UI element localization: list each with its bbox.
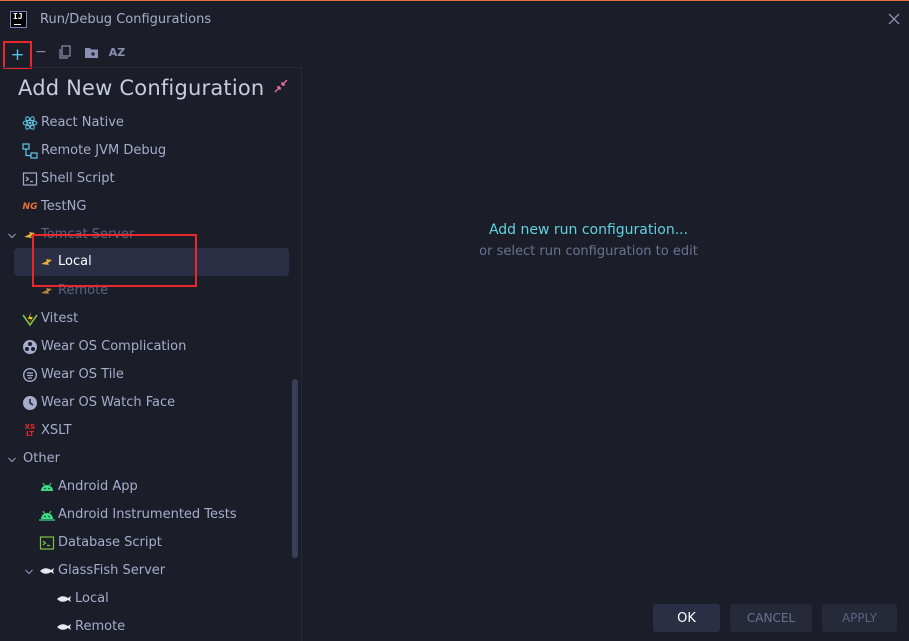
tree-item-label: React Native bbox=[41, 115, 124, 130]
tree-item-label: Remote bbox=[58, 283, 109, 298]
tree-item-database-script[interactable]: Database Script bbox=[39, 530, 162, 556]
empty-state-hint: or select run configuration to edit bbox=[479, 244, 698, 259]
tree-item-label: TestNG bbox=[41, 199, 87, 214]
glassfish-icon bbox=[40, 568, 54, 574]
terminal-icon bbox=[39, 536, 55, 550]
tree-item-label: Vitest bbox=[41, 311, 79, 326]
chevron-down-icon[interactable] bbox=[7, 231, 17, 241]
new-folder-button[interactable] bbox=[80, 40, 102, 64]
wear-tile-icon bbox=[22, 367, 38, 383]
close-icon[interactable] bbox=[887, 12, 901, 26]
tree-item-label: Remote JVM Debug bbox=[41, 143, 167, 158]
tree-scrollbar[interactable] bbox=[292, 379, 298, 558]
react-icon bbox=[22, 116, 38, 130]
tree-item-label: GlassFish Server bbox=[58, 563, 166, 578]
chevron-down-icon[interactable] bbox=[7, 455, 17, 465]
app-icon-text: IJ bbox=[13, 12, 23, 21]
terminal-icon bbox=[22, 172, 38, 186]
xslt-icon: XS LT bbox=[22, 423, 38, 439]
tree-item-label: Local bbox=[75, 591, 109, 606]
run-debug-dialog: IJ Run/Debug Configurations + − AZ Add N… bbox=[0, 0, 909, 641]
tree-group-tomcat-server[interactable]: Tomcat Server bbox=[22, 222, 134, 248]
tree-item-label: Wear OS Tile bbox=[41, 367, 124, 382]
tree-item-label: Remote bbox=[75, 619, 126, 634]
tree-item-react-native[interactable]: React Native bbox=[22, 110, 124, 136]
tree-item-xslt[interactable]: XS LT XSLT bbox=[22, 418, 72, 444]
remove-configuration-button[interactable]: − bbox=[30, 40, 52, 64]
tomcat-icon bbox=[41, 259, 52, 265]
tree-item-wear-os-tile[interactable]: Wear OS Tile bbox=[22, 362, 124, 388]
panel-title: Add New Configuration bbox=[18, 76, 265, 100]
tree-item-label: Shell Script bbox=[41, 171, 115, 186]
tree-item-label: Tomcat Server bbox=[41, 227, 135, 242]
testng-icon: NG bbox=[22, 202, 38, 212]
intellij-app-icon: IJ bbox=[10, 11, 27, 28]
sort-az-icon: AZ bbox=[108, 45, 126, 59]
tree-item-remote-jvm-debug[interactable]: Remote JVM Debug bbox=[22, 138, 166, 164]
tomcat-icon bbox=[41, 288, 52, 294]
tree-item-glassfish-local[interactable]: Local bbox=[56, 586, 109, 612]
tree-item-label: XSLT bbox=[41, 423, 72, 438]
tree-item-label: Android Instrumented Tests bbox=[58, 507, 237, 522]
minus-icon: − bbox=[35, 44, 47, 60]
wear-complication-icon bbox=[23, 340, 37, 354]
add-new-run-configuration-link[interactable]: Add new run configuration... bbox=[302, 222, 875, 238]
tree-item-tomcat-local[interactable]: Local bbox=[39, 249, 92, 275]
remote-debug-icon bbox=[22, 143, 38, 159]
android-test-icon bbox=[39, 510, 55, 521]
chevron-down-icon[interactable] bbox=[24, 567, 34, 577]
tree-item-label: Android App bbox=[58, 479, 138, 494]
folder-icon bbox=[84, 47, 98, 58]
plus-icon: + bbox=[10, 45, 25, 65]
apply-button[interactable]: APPLY bbox=[822, 604, 897, 632]
copy-icon bbox=[59, 45, 71, 59]
tree-item-tomcat-remote[interactable]: Remote bbox=[39, 278, 108, 304]
collapse-all-icon[interactable] bbox=[273, 78, 289, 94]
add-configuration-button[interactable]: + bbox=[3, 41, 32, 69]
configuration-detail-panel: Add new run configuration... or select r… bbox=[301, 67, 909, 641]
tree-item-wear-os-complication[interactable]: Wear OS Complication bbox=[22, 334, 186, 360]
tree-item-label: Wear OS Complication bbox=[41, 339, 187, 354]
copy-configuration-button[interactable] bbox=[54, 40, 76, 64]
tree-item-glassfish-remote[interactable]: Remote bbox=[56, 614, 125, 640]
tree-item-label: Wear OS Watch Face bbox=[41, 395, 176, 410]
sort-alphabetically-button[interactable]: AZ bbox=[106, 40, 128, 64]
tree-item-testng[interactable]: NG TestNG bbox=[22, 194, 87, 220]
ok-button[interactable]: OK bbox=[653, 604, 720, 632]
tree-group-glassfish-server[interactable]: GlassFish Server bbox=[39, 558, 165, 584]
glassfish-icon bbox=[57, 624, 71, 630]
cancel-button[interactable]: CANCEL bbox=[730, 604, 812, 632]
clock-icon bbox=[23, 396, 37, 410]
tree-item-label: Database Script bbox=[58, 535, 162, 550]
tree-item-shell-script[interactable]: Shell Script bbox=[22, 166, 115, 192]
tree-item-wear-os-watch-face[interactable]: Wear OS Watch Face bbox=[22, 390, 175, 416]
android-icon bbox=[41, 482, 53, 491]
tomcat-icon bbox=[24, 232, 35, 238]
window-title: Run/Debug Configurations bbox=[40, 12, 212, 27]
tree-item-android-instrumented-tests[interactable]: Android Instrumented Tests bbox=[39, 502, 237, 528]
glassfish-icon bbox=[57, 596, 71, 602]
xslt-badge-bottom: LT bbox=[25, 430, 35, 438]
title-bar: IJ Run/Debug Configurations bbox=[0, 1, 909, 39]
config-toolbar: + − AZ bbox=[0, 40, 300, 69]
configuration-tree-panel: Add New Configuration React Native Remot… bbox=[0, 67, 301, 641]
tree-item-label: Local bbox=[58, 254, 92, 269]
tree-item-vitest[interactable]: Vitest bbox=[22, 306, 78, 332]
tree-item-android-app[interactable]: Android App bbox=[39, 474, 138, 500]
tree-item-label: Other bbox=[23, 451, 60, 466]
vitest-icon bbox=[22, 312, 38, 327]
tree-group-other[interactable]: Other bbox=[23, 446, 60, 472]
